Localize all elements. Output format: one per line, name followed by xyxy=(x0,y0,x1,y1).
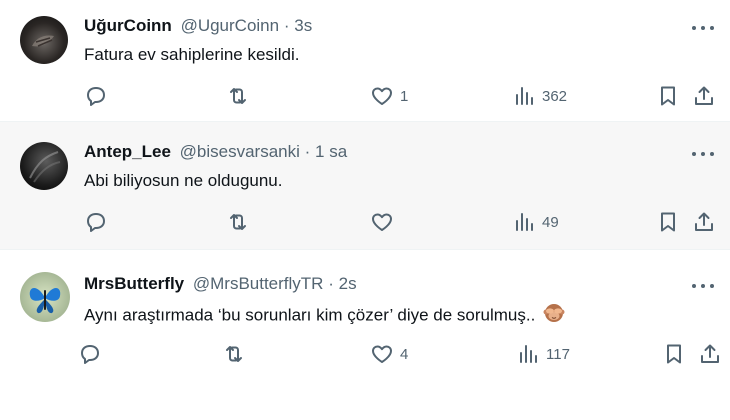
separator: · xyxy=(283,16,290,35)
more-icon[interactable] xyxy=(692,281,714,291)
tweet-header: UğurCoinn @UgurCoinn · 3s xyxy=(84,16,312,36)
see-no-evil-monkey-emoji xyxy=(543,302,565,330)
reply-button[interactable] xyxy=(78,342,108,366)
display-name[interactable]: Antep_Lee xyxy=(84,142,171,161)
views-button[interactable]: 117 xyxy=(516,342,570,366)
reply-icon xyxy=(87,213,105,232)
like-button[interactable] xyxy=(370,210,400,234)
more-icon[interactable] xyxy=(692,149,714,159)
share-icon xyxy=(695,212,713,231)
avatar[interactable] xyxy=(20,142,68,190)
like-icon xyxy=(372,87,392,105)
view-count: 49 xyxy=(542,213,559,231)
like-count: 4 xyxy=(400,345,409,363)
retweet-button[interactable] xyxy=(226,210,256,234)
user-handle[interactable]: @UgurCoinn xyxy=(181,16,280,35)
bookmark-icon xyxy=(661,86,675,106)
reply-icon xyxy=(87,87,105,106)
bookmark-icon xyxy=(667,344,681,364)
user-handle[interactable]: @MrsButterflyTR xyxy=(193,274,324,293)
timestamp[interactable]: 2s xyxy=(339,274,357,293)
views-button[interactable]: 49 xyxy=(512,210,559,234)
share-button[interactable] xyxy=(692,210,716,234)
separator: · xyxy=(304,142,311,161)
retweet-button[interactable] xyxy=(222,342,252,366)
share-button[interactable] xyxy=(698,342,722,366)
timestamp[interactable]: 1 sa xyxy=(315,142,347,161)
tweet-header: Antep_Lee @bisesvarsanki · 1 sa xyxy=(84,142,347,162)
bookmark-icon xyxy=(661,212,675,232)
tweet-header: MrsButterfly @MrsButterflyTR · 2s xyxy=(84,274,357,294)
tweet[interactable]: UğurCoinn @UgurCoinn · 3s Fatura ev sahi… xyxy=(0,0,730,122)
user-handle[interactable]: @bisesvarsanki xyxy=(180,142,300,161)
tweet-body: Aynı araştırmada ‘bu sorunları kim çözer… xyxy=(84,302,565,330)
reply-button[interactable] xyxy=(84,210,114,234)
tweet[interactable]: MrsButterfly @MrsButterflyTR · 2s Aynı a… xyxy=(0,250,730,420)
views-icon xyxy=(520,345,537,363)
retweet-button[interactable] xyxy=(226,84,256,108)
retweet-icon xyxy=(226,346,242,362)
tweet-text: Abi biliyosun ne oldugunu. xyxy=(84,171,283,190)
reply-button[interactable] xyxy=(84,84,114,108)
like-button[interactable]: 4 xyxy=(370,342,408,366)
display-name[interactable]: MrsButterfly xyxy=(84,274,184,293)
share-button[interactable] xyxy=(692,84,716,108)
more-icon[interactable] xyxy=(692,23,714,33)
bookmark-button[interactable] xyxy=(656,210,680,234)
views-icon xyxy=(516,87,533,105)
retweet-icon xyxy=(230,88,246,104)
views-icon xyxy=(516,213,533,231)
separator: · xyxy=(328,274,334,293)
reply-icon xyxy=(81,345,99,364)
like-icon xyxy=(372,213,392,231)
view-count: 117 xyxy=(546,345,570,363)
like-button[interactable]: 1 xyxy=(370,84,408,108)
like-icon xyxy=(372,345,392,363)
tweet[interactable]: Antep_Lee @bisesvarsanki · 1 sa Abi bili… xyxy=(0,122,730,250)
like-count: 1 xyxy=(400,87,409,105)
timestamp[interactable]: 3s xyxy=(294,16,312,35)
bookmark-button[interactable] xyxy=(662,342,686,366)
share-icon xyxy=(701,344,719,363)
view-count: 362 xyxy=(542,87,568,105)
avatar[interactable] xyxy=(20,16,68,64)
avatar[interactable] xyxy=(20,272,70,322)
views-button[interactable]: 362 xyxy=(512,84,567,108)
bookmark-button[interactable] xyxy=(656,84,680,108)
tweet-text: Fatura ev sahiplerine kesildi. xyxy=(84,45,300,64)
tweet-text: Aynı araştırmada ‘bu sorunları kim çözer… xyxy=(84,305,536,325)
share-icon xyxy=(695,86,713,105)
retweet-icon xyxy=(230,214,246,230)
display-name[interactable]: UğurCoinn xyxy=(84,16,172,35)
